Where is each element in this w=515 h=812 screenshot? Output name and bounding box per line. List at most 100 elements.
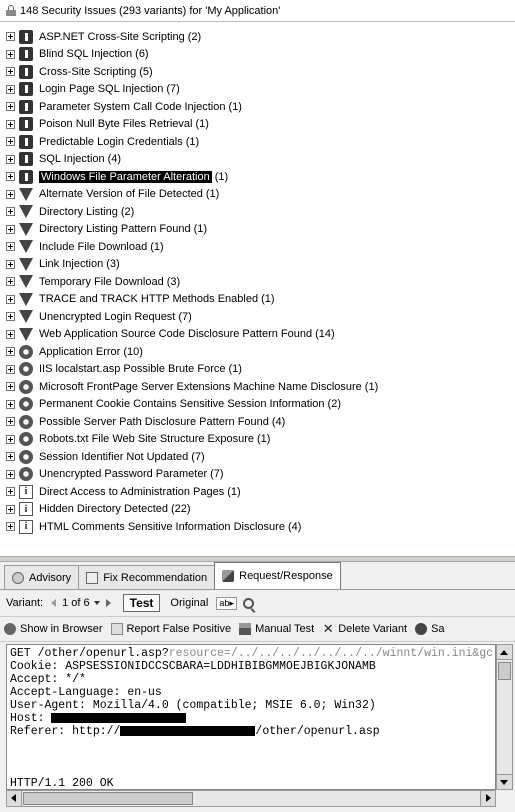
search-icon[interactable] <box>242 597 254 609</box>
issue-label: Directory Listing Pattern Found <box>39 223 191 236</box>
request-response-text[interactable]: GET /other/openurl.asp?resource=/../../.… <box>6 644 496 790</box>
horizontal-scroll-thumb[interactable] <box>23 792 193 805</box>
expand-icon[interactable] <box>6 294 15 304</box>
scroll-down-icon[interactable] <box>497 774 512 789</box>
expand-icon[interactable] <box>6 329 15 339</box>
expand-icon[interactable] <box>6 347 15 357</box>
issue-item[interactable]: Poison Null Byte Files Retrieval (1) <box>0 116 515 134</box>
issue-item[interactable]: Microsoft FrontPage Server Extensions Ma… <box>0 378 515 396</box>
expand-icon[interactable] <box>6 119 15 129</box>
scroll-up-icon[interactable] <box>497 645 512 660</box>
variant-position[interactable]: 1 of 6 <box>62 597 90 609</box>
issue-item[interactable]: Unencrypted Login Request (7) <box>0 308 515 326</box>
expand-icon[interactable] <box>6 487 15 497</box>
scroll-right-icon[interactable] <box>480 791 495 806</box>
issue-item[interactable]: IIS localstart.asp Possible Brute Force(… <box>0 361 515 379</box>
issue-item[interactable]: Cross-Site Scripting (5) <box>0 63 515 81</box>
issue-item[interactable]: i Direct Access to Administration Pages (1… <box>0 483 515 501</box>
original-button[interactable]: Original <box>170 597 208 609</box>
issue-item[interactable]: Alternate Version of File Detected (1) <box>0 186 515 204</box>
issue-item[interactable]: Unencrypted Password Parameter (7) <box>0 466 515 484</box>
expand-icon[interactable] <box>6 364 15 374</box>
expand-icon[interactable] <box>6 504 15 514</box>
issue-item[interactable]: Session Identifier Not Updated (7) <box>0 448 515 466</box>
issue-item[interactable]: Robots.txt File Web Site Structure Expos… <box>0 431 515 449</box>
issue-item[interactable]: Application Error (10) <box>0 343 515 361</box>
expand-icon[interactable] <box>6 67 15 77</box>
issue-item[interactable]: Link Injection (3) <box>0 256 515 274</box>
expand-icon[interactable] <box>6 207 15 217</box>
high-severity-icon <box>19 99 33 114</box>
issue-item[interactable]: Permanent Cookie Contains Sensitive Sess… <box>0 396 515 414</box>
delete-variant-button[interactable]: ✕ Delete Variant <box>322 622 407 635</box>
issue-count: (1) <box>205 188 220 201</box>
vertical-scrollbar[interactable] <box>496 644 513 790</box>
issue-item[interactable]: Possible Server Path Disclosure Pattern … <box>0 413 515 431</box>
report-false-positive-button[interactable]: Report False Positive <box>110 623 231 635</box>
expand-icon[interactable] <box>6 137 15 147</box>
expand-icon[interactable] <box>6 242 15 252</box>
expand-icon[interactable] <box>6 452 15 462</box>
chevron-down-icon[interactable] <box>93 601 100 605</box>
save-button[interactable]: Sa <box>415 623 445 635</box>
issue-item[interactable]: Temporary File Download (3) <box>0 273 515 291</box>
expand-icon[interactable] <box>6 434 15 444</box>
expand-icon[interactable] <box>6 522 15 532</box>
issue-label: Include File Download <box>39 240 148 253</box>
expand-icon[interactable] <box>6 382 15 392</box>
issue-label: Direct Access to Administration Pages <box>39 485 225 498</box>
check-icon <box>415 623 428 635</box>
vertical-scroll-thumb[interactable] <box>498 662 511 680</box>
expand-icon[interactable] <box>6 49 15 59</box>
next-variant-icon[interactable] <box>105 599 111 607</box>
expand-icon[interactable] <box>6 154 15 164</box>
tab-request-response[interactable]: Request/Response <box>214 562 341 589</box>
expand-icon[interactable] <box>6 259 15 269</box>
issue-item[interactable]: i HTML Comments Sensitive Information Dis… <box>0 518 515 536</box>
issue-item[interactable]: Blind SQL Injection (6) <box>0 46 515 64</box>
tab-advisory[interactable]: Advisory <box>4 565 80 589</box>
issue-item[interactable]: Predictable Login Credentials (1) <box>0 133 515 151</box>
issue-item[interactable]: Web Application Source Code Disclosure P… <box>0 326 515 344</box>
issue-item[interactable]: Directory Listing Pattern Found (1) <box>0 221 515 239</box>
expand-icon[interactable] <box>6 277 15 287</box>
issue-count: (4) <box>271 415 286 428</box>
issue-item[interactable]: TRACE and TRACK HTTP Methods Enabled (1) <box>0 291 515 309</box>
advisory-icon <box>12 571 24 584</box>
issue-item[interactable]: Directory Listing (2) <box>0 203 515 221</box>
low-severity-icon <box>19 397 33 412</box>
issue-label: Unencrypted Login Request <box>39 310 176 323</box>
highlight-text-icon[interactable]: ab▸ <box>216 596 237 610</box>
variant-label: Variant: <box>6 597 44 609</box>
expand-icon[interactable] <box>6 189 15 199</box>
issue-item[interactable]: Include File Download (1) <box>0 238 515 256</box>
issue-count: (7) <box>210 468 224 481</box>
scroll-left-icon[interactable] <box>7 791 22 806</box>
expand-icon[interactable] <box>6 32 15 42</box>
issue-item[interactable]: Windows File Parameter Alteration (1) <box>0 168 515 186</box>
show-in-browser-button[interactable]: Show in Browser <box>4 623 103 635</box>
issue-item[interactable]: Login Page SQL Injection (7) <box>0 81 515 99</box>
request-param: resource=/../../../../../../../winnt/win… <box>168 647 494 660</box>
issue-label: Link Injection <box>39 258 104 271</box>
manual-test-button[interactable]: Manual Test <box>239 623 314 635</box>
issue-item[interactable]: ASP.NET Cross-Site Scripting (2) <box>0 28 515 46</box>
expand-icon[interactable] <box>6 84 15 94</box>
previous-variant-icon[interactable] <box>51 599 57 607</box>
horizontal-scrollbar[interactable] <box>6 790 496 807</box>
low-severity-icon <box>19 414 33 429</box>
issue-item[interactable]: i Hidden Directory Detected (22) <box>0 501 515 519</box>
expand-icon[interactable] <box>6 469 15 479</box>
test-button[interactable]: Test <box>122 594 161 612</box>
issue-item[interactable]: SQL Injection (4) <box>0 151 515 169</box>
expand-icon[interactable] <box>6 312 15 322</box>
issue-item[interactable]: Parameter System Call Code Injection (1) <box>0 98 515 116</box>
expand-icon[interactable] <box>6 399 15 409</box>
issue-count: (1) <box>193 223 208 236</box>
expand-icon[interactable] <box>6 102 15 112</box>
expand-icon[interactable] <box>6 224 15 234</box>
medium-severity-icon <box>19 222 33 236</box>
expand-icon[interactable] <box>6 417 15 427</box>
tab-fix-recommendation[interactable]: Fix Recommendation <box>78 565 216 589</box>
expand-icon[interactable] <box>6 172 15 182</box>
